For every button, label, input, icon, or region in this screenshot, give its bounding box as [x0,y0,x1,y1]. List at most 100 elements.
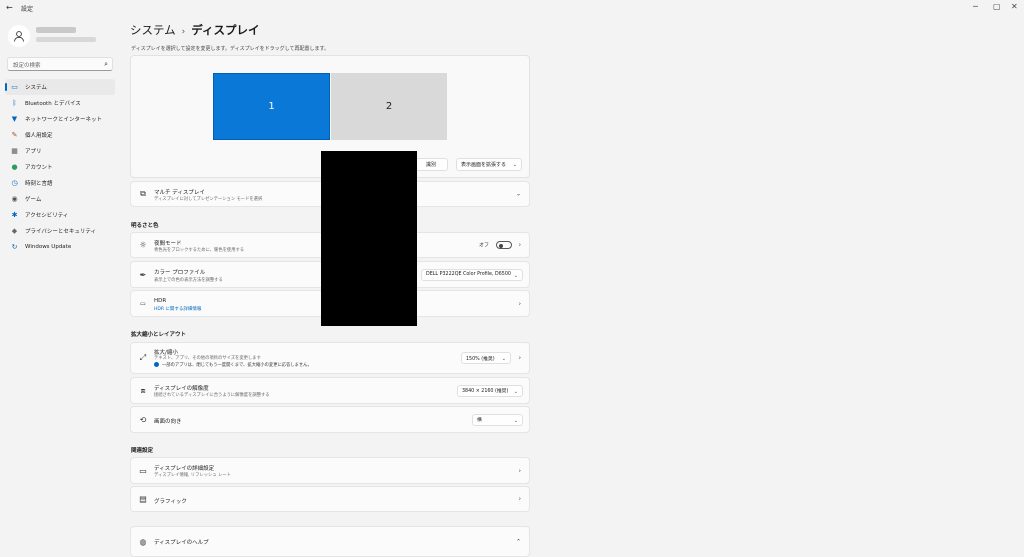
chevron-right-icon: › [518,467,521,474]
breadcrumb-separator: › [181,27,186,37]
sidebar-item-accessibility[interactable]: ✱ アクセシビリティ [5,207,115,223]
system-icon: ▭ [11,82,18,91]
card-title: 夜間モード [154,241,182,247]
maximize-icon[interactable]: ▢ [993,2,1001,11]
sidebar-item-apps[interactable]: ▦ アプリ [5,143,115,159]
night-light-toggle[interactable] [496,241,512,249]
resolution-dropdown[interactable]: 3840 × 2160 (推奨) ⌄ [457,384,523,397]
note-text: 一部のアプリは、閉じてもう一度開くまで、拡大縮小の変更に応答しません。 [162,363,312,368]
card-title: ディスプレイの解像度 [154,386,209,392]
card-title: マルチ ディスプレイ [154,190,205,196]
section-related-settings: 関連設定 [131,448,154,454]
search-input[interactable]: 設定の検索 ⌕ [7,57,113,71]
sidebar-item-network[interactable]: ▼ ネットワークとインターネット [5,111,115,127]
display-help-card[interactable]: ◍ ディスプレイのヘルプ ⌃ [130,526,530,557]
sidebar-item-privacy[interactable]: ◆ プライバシーとセキュリティ [5,223,115,239]
back-arrow-icon[interactable]: ← [6,3,13,12]
sun-icon: ☼ [139,240,147,250]
monitor-2[interactable]: 2 [331,73,447,140]
search-icon[interactable]: ⌕ [104,60,108,69]
orientation-dropdown[interactable]: 横 ⌄ [472,413,523,426]
sidebar-item-accounts[interactable]: ● アカウント [5,159,115,175]
account-icon: ● [11,162,18,171]
arrange-hint: ディスプレイを選択して設定を変更します。ディスプレイをドラッグして再配置します。 [131,46,330,52]
breadcrumb: システム › ディスプレイ [130,22,259,38]
orientation-card[interactable]: ⟲ 画面の向き 横 ⌄ [130,406,530,433]
search-placeholder: 設定の検索 [13,63,41,69]
card-title: ディスプレイの詳細設定 [154,466,215,472]
scale-dropdown[interactable]: 150% (推奨) ⌄ [461,352,511,364]
page-title: ディスプレイ [191,23,260,37]
sidebar-item-label: システム [25,85,47,91]
bluetooth-icon: ᛒ [12,98,17,107]
graphics-card[interactable]: ▤ グラフィック › [130,486,530,512]
redaction-block [321,151,417,326]
title-bar: ← 設定 ─ ▢ ✕ [0,0,1024,16]
card-title: カラー プロファイル [154,270,206,276]
card-description: ディスプレイ情報, リフレッシュ レート [154,473,231,478]
section-brightness-color: 明るさと色 [131,223,159,229]
card-description: ディスプレイに対してプレゼンテーション モードを選択 [154,197,263,202]
graphics-card-icon: ▤ [139,494,147,504]
chevron-down-icon: ⌄ [513,417,518,424]
sidebar-nav: ▭ システム ᛒ Bluetooth とデバイス ▼ ネットワークとインターネッ… [5,79,115,255]
card-description: 接続されているディスプレイに合うように解像度を調整する [154,393,270,398]
apps-icon: ▦ [11,146,18,155]
card-description: テキスト、アプリ、その他の項目のサイズを変更します [154,356,261,361]
sidebar-item-windows-update[interactable]: ↻ Windows Update [5,239,115,255]
color-profile-dropdown[interactable]: DELL P3222QE Color Profile, D6500 ⌄ [421,268,523,281]
scale-icon: ⤢ [139,353,147,362]
chevron-down-icon: ⌄ [513,272,518,279]
accessibility-icon: ✱ [11,210,18,219]
dropdown-value: 150% (推奨) [466,356,495,362]
sidebar-item-label: アクセシビリティ [25,213,69,219]
multi-display-mode-dropdown[interactable]: 表示画面を拡張する ⌄ [456,158,522,171]
clock-language-icon: ◷ [11,178,18,187]
card-title: HDR [154,298,167,304]
shield-icon: ◆ [11,226,18,235]
close-icon[interactable]: ✕ [1011,2,1018,11]
sidebar-item-label: 時刻と言語 [25,181,53,187]
chevron-right-icon: › [518,354,521,362]
minimize-icon[interactable]: ─ [973,2,978,11]
chevron-down-icon: ⌄ [501,356,506,362]
resolution-icon: ⧈ [140,385,146,395]
chevron-up-icon: ⌃ [515,538,521,545]
scale-card[interactable]: ⤢ 拡大/縮小 テキスト、アプリ、その他の項目のサイズを変更します 一部のアプリ… [130,342,530,374]
section-scale-layout: 拡大縮小とレイアウト [131,332,187,338]
sidebar-item-bluetooth[interactable]: ᛒ Bluetooth とデバイス [5,95,115,111]
advanced-display-card[interactable]: ▭ ディスプレイの詳細設定 ディスプレイ情報, リフレッシュ レート › [130,457,530,484]
brush-icon: ✎ [11,130,18,139]
hdr-learn-more-link[interactable]: HDR に関する詳細情報 [154,306,201,312]
identify-button[interactable]: 識別 [414,158,448,171]
sidebar-item-personalization[interactable]: ✎ 個人用設定 [5,127,115,143]
avatar[interactable] [8,25,30,47]
chevron-right-icon: › [518,300,521,307]
chevron-down-icon: ⌄ [513,388,518,395]
resolution-card[interactable]: ⧈ ディスプレイの解像度 接続されているディスプレイに合うように解像度を調整する… [130,377,530,404]
game-icon: ◉ [11,194,18,203]
hdr-icon: ▭ [140,300,146,307]
sidebar-item-time-language[interactable]: ◷ 時刻と言語 [5,175,115,191]
toggle-state-label: オフ [478,242,489,249]
user-name-redacted [36,27,76,33]
dropdown-value: 表示画面を拡張する [461,162,507,168]
sidebar-item-label: Bluetooth とデバイス [25,101,81,107]
breadcrumb-parent[interactable]: システム [130,23,176,37]
globe-icon: ◍ [139,537,147,546]
monitor-1[interactable]: 1 [213,73,330,140]
monitor-icon: ▭ [139,466,147,475]
chevron-right-icon: › [518,241,521,249]
wifi-icon: ▼ [11,114,18,123]
chevron-down-icon: ⌄ [515,190,521,198]
update-icon: ↻ [11,242,18,251]
sidebar-item-system[interactable]: ▭ システム [5,79,115,95]
sidebar-item-label: ゲーム [25,197,42,203]
sidebar-item-gaming[interactable]: ◉ ゲーム [5,191,115,207]
card-title: ディスプレイのヘルプ [154,540,209,546]
chevron-right-icon: › [518,495,521,503]
card-title: グラフィック [154,499,187,505]
card-description: 青色光をブロックするために、暖色を使用する [154,248,245,253]
toggle-knob [499,243,503,248]
dropdown-value: DELL P3222QE Color Profile, D6500 [426,272,511,277]
